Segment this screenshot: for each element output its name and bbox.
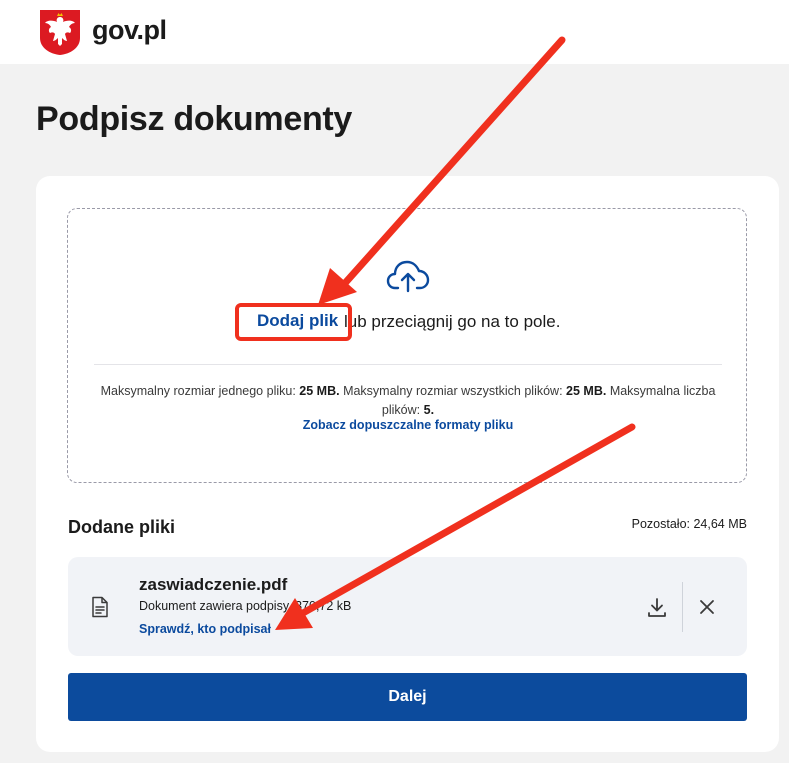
close-icon[interactable] bbox=[698, 598, 716, 616]
max-count-value: 5. bbox=[423, 403, 435, 417]
brand-name[interactable]: gov.pl bbox=[92, 15, 167, 46]
added-files-title: Dodane pliki bbox=[68, 517, 176, 537]
max-total-label: Maksymalny rozmiar wszystkich plików: bbox=[343, 384, 563, 398]
page-title: Podpisz dokumenty bbox=[36, 100, 353, 138]
cloud-upload-icon bbox=[386, 260, 430, 293]
polish-eagle-emblem-icon[interactable] bbox=[38, 8, 82, 56]
allowed-formats-link[interactable]: Zobacz dopuszczalne formaty pliku bbox=[96, 418, 720, 432]
next-button[interactable]: Dalej bbox=[68, 673, 747, 721]
upload-limits: Maksymalny rozmiar jednego pliku: 25 MB.… bbox=[96, 382, 720, 420]
max-single-label: Maksymalny rozmiar jednego pliku: bbox=[100, 384, 296, 398]
file-description: Dokument zawiera podpisy, 370,72 kB bbox=[139, 599, 352, 613]
dropzone-divider bbox=[94, 364, 722, 365]
top-bar: gov.pl bbox=[0, 0, 789, 64]
document-icon bbox=[92, 596, 108, 618]
file-name: zaswiadczenie.pdf bbox=[139, 575, 288, 594]
download-icon[interactable] bbox=[646, 596, 668, 618]
file-actions-separator bbox=[682, 582, 683, 632]
max-total-value: 25 MB. bbox=[566, 384, 607, 398]
file-dropzone[interactable] bbox=[67, 208, 747, 483]
max-single-value: 25 MB. bbox=[299, 384, 340, 398]
drag-hint-text: lub przeciągnij go na to pole. bbox=[344, 312, 561, 331]
remaining-space: Pozostało: 24,64 MB bbox=[631, 517, 747, 531]
annotation-highlight-box bbox=[235, 303, 352, 341]
check-signers-link[interactable]: Sprawdź, kto podpisał bbox=[139, 622, 271, 636]
